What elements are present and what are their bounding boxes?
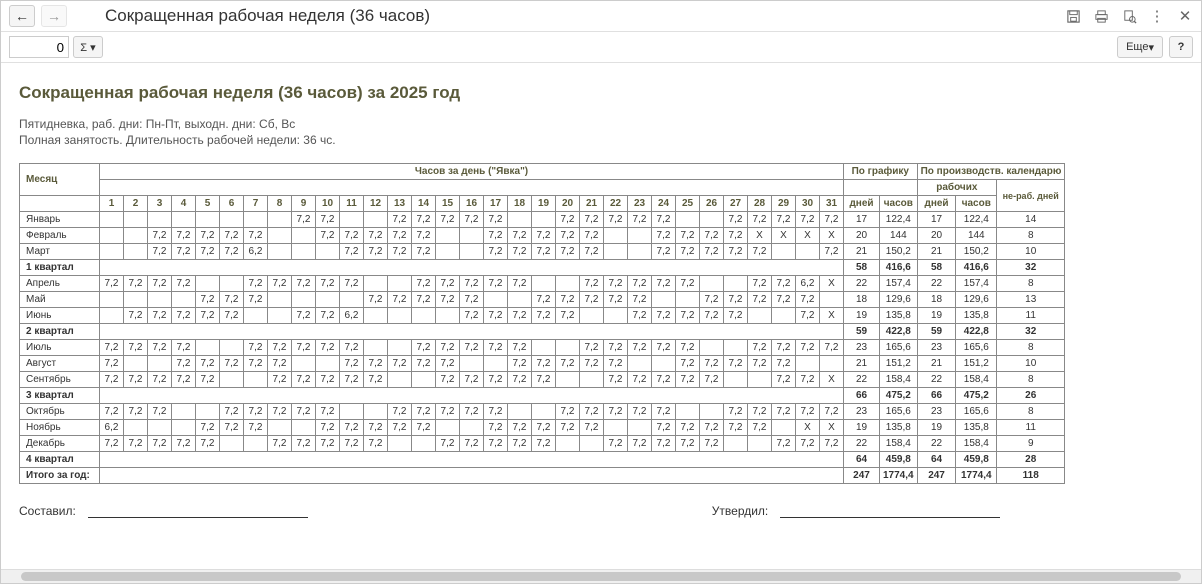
table-row: 2 квартал59422,859422,832 <box>20 324 1065 340</box>
employment-line: Полная занятость. Длительность рабочей н… <box>19 133 1183 147</box>
approved-by-label: Утвердил: <box>712 504 768 518</box>
more-button[interactable]: Еще ▾ <box>1117 36 1163 58</box>
table-row: 3 квартал66475,266475,226 <box>20 388 1065 404</box>
horizontal-scrollbar[interactable] <box>1 569 1201 583</box>
table-row: Сентябрь7,27,27,27,27,27,27,27,27,27,27,… <box>20 372 1065 388</box>
table-row: Август7,27,27,27,27,27,27,27,27,27,27,27… <box>20 356 1065 372</box>
table-row: Итого за год:2471774,42471774,4118 <box>20 468 1065 484</box>
forward-button[interactable]: → <box>41 5 67 27</box>
table-row: Январь7,27,27,27,27,27,27,27,27,27,27,27… <box>20 212 1065 228</box>
table-row: 4 квартал64459,864459,828 <box>20 452 1065 468</box>
back-button[interactable]: ← <box>9 5 35 27</box>
report-content: Сокращенная рабочая неделя (36 часов) за… <box>1 63 1201 569</box>
save-icon[interactable] <box>1065 8 1081 24</box>
table-row: Ноябрь6,27,27,27,27,27,27,27,27,27,27,27… <box>20 420 1065 436</box>
made-by-label: Составил: <box>19 504 76 518</box>
print-icon[interactable] <box>1093 8 1109 24</box>
table-row: Декабрь7,27,27,27,27,27,27,27,27,27,27,2… <box>20 436 1065 452</box>
approved-by-line <box>780 504 1000 518</box>
preview-icon[interactable] <box>1121 8 1137 24</box>
table-row: Май7,27,27,27,27,27,27,27,27,27,27,27,27… <box>20 292 1065 308</box>
table-row: Март7,27,27,27,26,27,27,27,27,27,27,27,2… <box>20 244 1065 260</box>
page-number-input[interactable] <box>9 36 69 58</box>
table-row: Июль7,27,27,27,27,27,27,27,27,27,27,27,2… <box>20 340 1065 356</box>
help-button[interactable]: ? <box>1169 36 1193 58</box>
table-row: Июнь7,27,27,27,27,27,27,26,27,27,27,27,2… <box>20 308 1065 324</box>
table-row: Октябрь7,27,27,27,27,27,27,27,27,27,27,2… <box>20 404 1065 420</box>
calendar-table: МесяцЧасов за день ("Явка")По графикуПо … <box>19 163 1065 484</box>
report-title: Сокращенная рабочая неделя (36 часов) за… <box>19 83 1183 103</box>
table-row: Апрель7,27,27,27,27,27,27,27,27,27,27,27… <box>20 276 1065 292</box>
menu-dots-icon[interactable]: ⋮ <box>1149 8 1165 24</box>
sigma-button[interactable]: Σ ▾ <box>73 36 103 58</box>
made-by-line <box>88 504 308 518</box>
close-icon[interactable]: ✕ <box>1177 8 1193 24</box>
table-row: Февраль7,27,27,27,27,27,27,27,27,27,27,2… <box>20 228 1065 244</box>
window-title: Сокращенная рабочая неделя (36 часов) <box>105 6 1059 26</box>
table-row: 1 квартал58416,658416,632 <box>20 260 1065 276</box>
schedule-line: Пятидневка, раб. дни: Пн-Пт, выходн. дни… <box>19 117 1183 131</box>
